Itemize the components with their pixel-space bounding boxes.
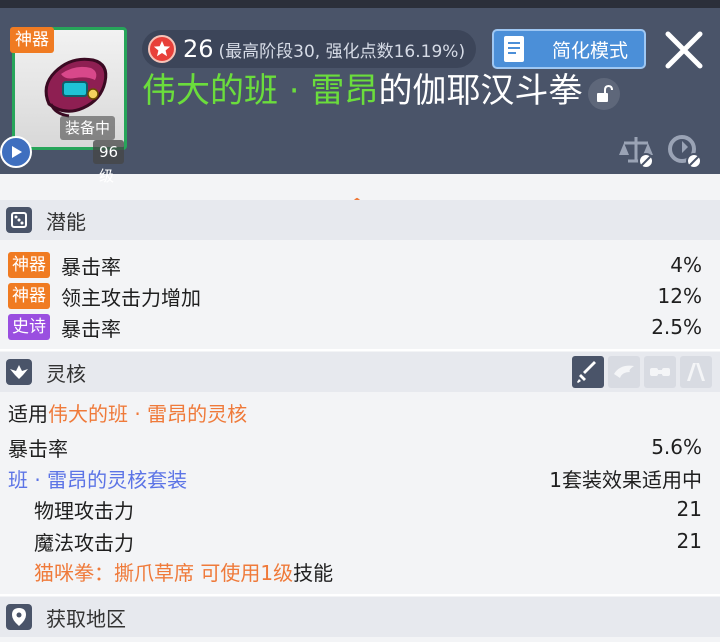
item-name-rest: 的伽耶汉斗拳: [378, 71, 583, 111]
potential-label: 暴击率: [61, 254, 121, 279]
scale-icon[interactable]: [616, 131, 656, 171]
document-icon: [504, 36, 524, 62]
level-tag: 96级: [93, 140, 125, 185]
divider: [0, 349, 720, 351]
phys-attack-value: 21: [676, 497, 702, 521]
potential-row: 史诗 暴击率 2.5%: [0, 311, 720, 343]
simple-mode-label: 简化模式: [552, 39, 629, 62]
core-stat-row: 物理攻击力 21: [0, 493, 720, 525]
core-crit-label: 暴击率: [8, 436, 68, 461]
core-skill-row: 猫咪拳：撕爪草席 可使用1级技能: [34, 558, 333, 588]
item-name: 伟大的班 · 雷昂的伽耶汉斗拳: [142, 68, 582, 114]
top-strip: [0, 0, 720, 8]
potential-value: 12%: [657, 284, 702, 308]
phys-attack-label: 物理攻击力: [34, 498, 134, 523]
magic-attack-value: 21: [676, 529, 702, 553]
score-pill: 26 (最高阶段30, 强化点数16.19%): [142, 30, 476, 68]
sword-icon[interactable]: [572, 356, 604, 388]
sync-icon[interactable]: [664, 131, 704, 171]
spirit-icon: [6, 359, 32, 385]
link-icon[interactable]: [644, 356, 676, 388]
core-set-status: 1套装效果适用中: [549, 467, 702, 492]
wing-icon[interactable]: [608, 356, 640, 388]
potential-value: 2.5%: [651, 315, 702, 339]
equipped-tag: 装备中: [60, 116, 116, 140]
core-set-row: 班 · 雷昂的灵核套装 1套装效果适用中: [0, 462, 720, 494]
core-slot-icons: [572, 352, 712, 392]
core-stat-row: 暴击率 5.6%: [0, 431, 720, 463]
core-applies-row: 适用伟大的班 · 雷昂的灵核: [8, 399, 247, 429]
legend-badge: 神器: [8, 252, 50, 278]
play-button[interactable]: [0, 136, 32, 168]
core-skill-suffix: 技能: [293, 561, 334, 585]
score-detail: (最高阶段30, 强化点数16.19%): [218, 41, 466, 62]
star-icon: [148, 35, 176, 63]
potential-label: 领主攻击力增加: [61, 285, 201, 310]
close-icon[interactable]: [660, 26, 708, 74]
core-stat-row: 魔法攻击力 21: [0, 525, 720, 557]
simple-mode-button[interactable]: 简化模式: [492, 29, 646, 69]
map-pin-icon: [6, 604, 32, 630]
chevron-double-up-icon[interactable]: [680, 356, 712, 388]
potential-value: 4%: [670, 253, 702, 277]
potential-row: 神器 领主攻击力增加 12%: [0, 280, 720, 312]
rarity-tag: 神器: [10, 27, 54, 53]
spirit-core-section-header[interactable]: 灵核: [0, 352, 720, 392]
item-header: 装备中 96级 神器 26 (最高阶段30, 强化点数16.19%) 简化模式 …: [0, 8, 720, 185]
divider: [0, 594, 720, 596]
potential-title: 潜能: [46, 209, 86, 234]
core-skill-text: 猫咪拳：撕爪草席 可使用1级: [34, 561, 294, 585]
applies-prefix: 适用: [8, 402, 48, 426]
core-set-name: 班 · 雷昂的灵核套装: [8, 467, 188, 492]
legend-badge: 神器: [8, 283, 50, 309]
potential-label: 暴击率: [61, 316, 121, 341]
dice-icon: [6, 207, 32, 233]
item-name-highlight: 伟大的班 · 雷昂: [142, 71, 379, 111]
epic-badge: 史诗: [8, 314, 50, 340]
play-icon: [12, 146, 22, 158]
acquire-title: 获取地区: [46, 606, 126, 631]
magic-attack-label: 魔法攻击力: [34, 530, 134, 555]
knuckle-weapon-icon: [44, 57, 108, 118]
applies-core-name: 伟大的班 · 雷昂的灵核: [48, 402, 248, 426]
score-value: 26: [183, 35, 214, 63]
acquire-section-header[interactable]: 获取地区: [0, 597, 720, 637]
core-crit-value: 5.6%: [651, 435, 702, 459]
potential-section-header[interactable]: 潜能: [0, 200, 720, 240]
spirit-core-title: 灵核: [46, 361, 86, 386]
potential-row: 神器 暴击率 4%: [0, 249, 720, 281]
unlock-icon[interactable]: [588, 78, 620, 110]
